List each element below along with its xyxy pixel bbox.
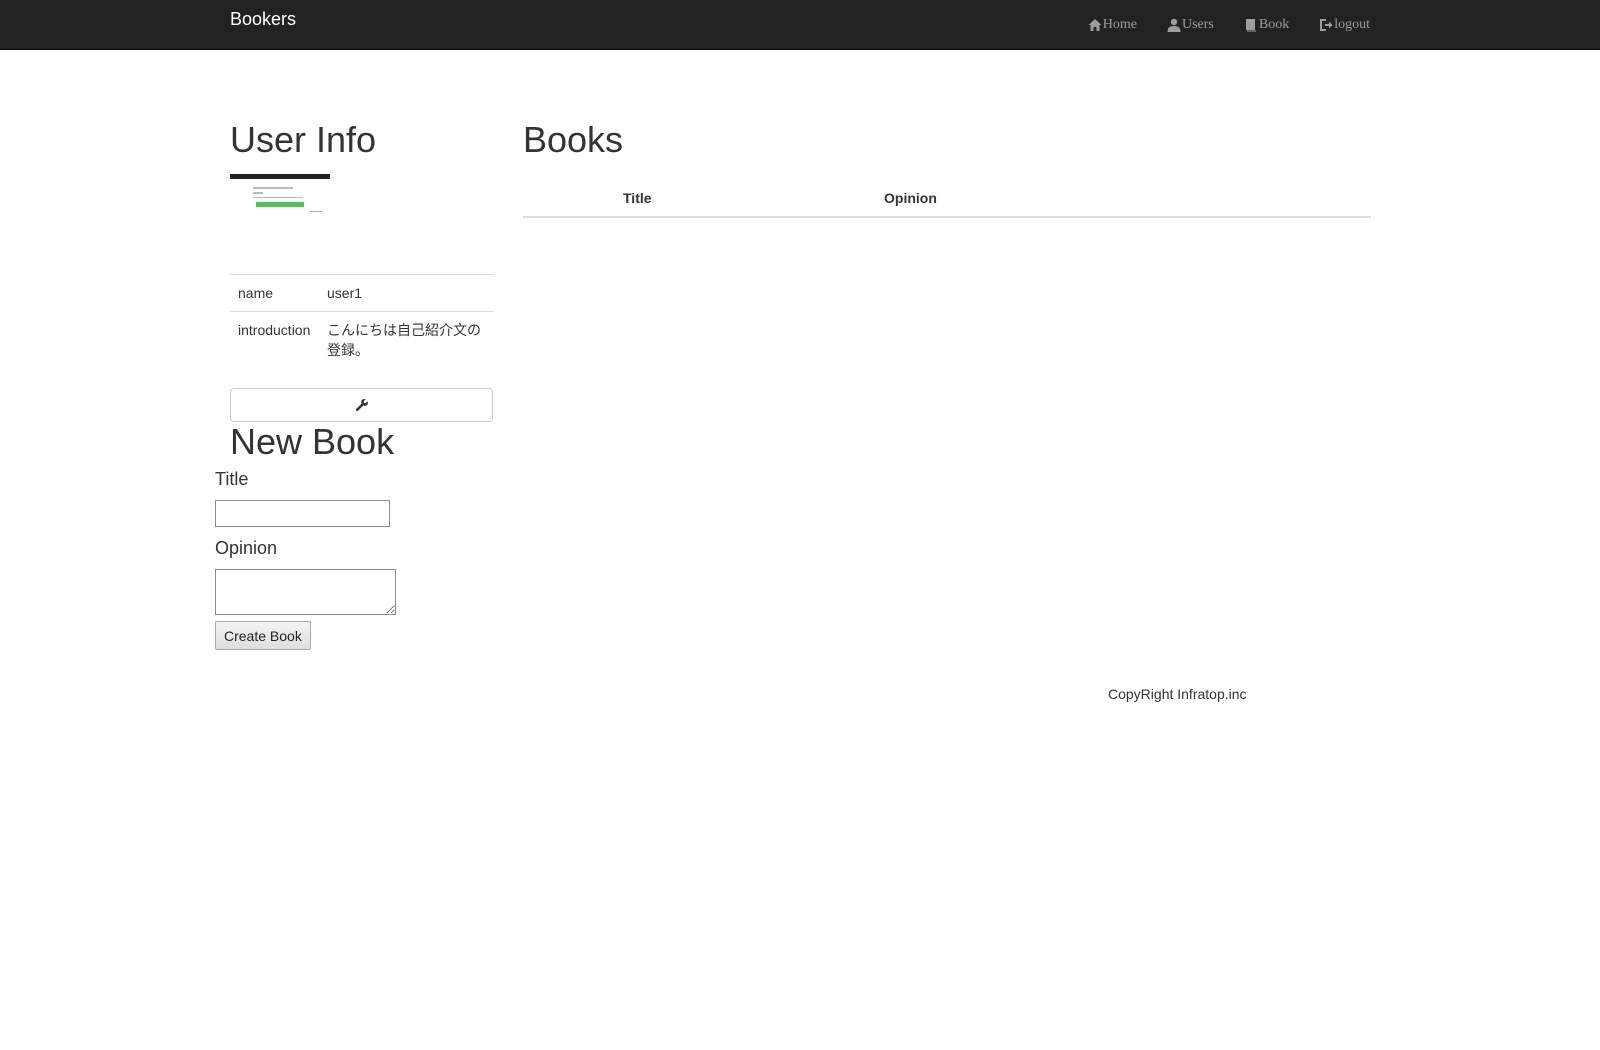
introduction-label: introduction bbox=[230, 311, 319, 368]
new-book-title: New Book bbox=[230, 421, 395, 462]
home-icon bbox=[1088, 18, 1102, 32]
books-table: Title Opinion bbox=[523, 180, 1371, 218]
brand-link[interactable]: Bookers bbox=[230, 9, 296, 29]
column-header-image bbox=[523, 180, 623, 218]
nav-links: Home Users Book logout bbox=[1088, 17, 1370, 33]
title-label: Title bbox=[215, 469, 249, 489]
new-book-form: Title Opinion Create Book bbox=[215, 466, 515, 650]
column-header-opinion: Opinion bbox=[884, 180, 1371, 218]
profile-image-line bbox=[310, 211, 322, 212]
table-row: introduction こんにちは自己紹介文の登録。 bbox=[230, 311, 493, 368]
title-input[interactable] bbox=[215, 500, 390, 527]
books-title: Books bbox=[523, 119, 624, 160]
user-info-title: User Info bbox=[230, 119, 377, 160]
book-icon bbox=[1244, 18, 1258, 32]
name-label: name bbox=[230, 274, 319, 312]
table-header-row: Title Opinion bbox=[523, 180, 1371, 218]
name-value: user1 bbox=[319, 274, 493, 312]
nav-home-link[interactable]: Home bbox=[1088, 17, 1137, 33]
table-row: name user1 bbox=[230, 274, 493, 312]
profile-image-line bbox=[253, 192, 263, 194]
nav-book-link[interactable]: Book bbox=[1244, 17, 1289, 33]
left-column: User Info name user1 introduction こんにちは自… bbox=[230, 110, 493, 462]
navbar: Bookers Home Users Book logout bbox=[0, 0, 1600, 50]
edit-user-button[interactable] bbox=[230, 388, 493, 422]
user-icon bbox=[1167, 18, 1181, 32]
right-column: Books Title Opinion bbox=[523, 120, 1371, 218]
column-header-title: Title bbox=[623, 180, 884, 218]
profile-image bbox=[230, 174, 330, 212]
user-info-table: name user1 introduction こんにちは自己紹介文の登録。 bbox=[230, 274, 493, 368]
nav-users-link[interactable]: Users bbox=[1167, 17, 1214, 33]
create-book-button[interactable]: Create Book bbox=[215, 621, 311, 650]
logout-icon bbox=[1319, 18, 1333, 32]
nav-users-label: Users bbox=[1181, 17, 1214, 32]
wrench-icon bbox=[355, 399, 368, 412]
opinion-textarea[interactable] bbox=[215, 569, 396, 615]
profile-image-line bbox=[253, 187, 293, 189]
introduction-value: こんにちは自己紹介文の登録。 bbox=[319, 311, 493, 368]
profile-image-bar bbox=[256, 202, 304, 207]
profile-image-line bbox=[253, 197, 303, 198]
nav-home-label: Home bbox=[1102, 17, 1137, 32]
footer-copyright: CopyRight Infratop.inc bbox=[1108, 686, 1247, 702]
opinion-label: Opinion bbox=[215, 538, 278, 558]
nav-logout-link[interactable]: logout bbox=[1319, 17, 1370, 33]
nav-book-label: Book bbox=[1258, 17, 1290, 32]
nav-logout-label: logout bbox=[1334, 17, 1370, 32]
